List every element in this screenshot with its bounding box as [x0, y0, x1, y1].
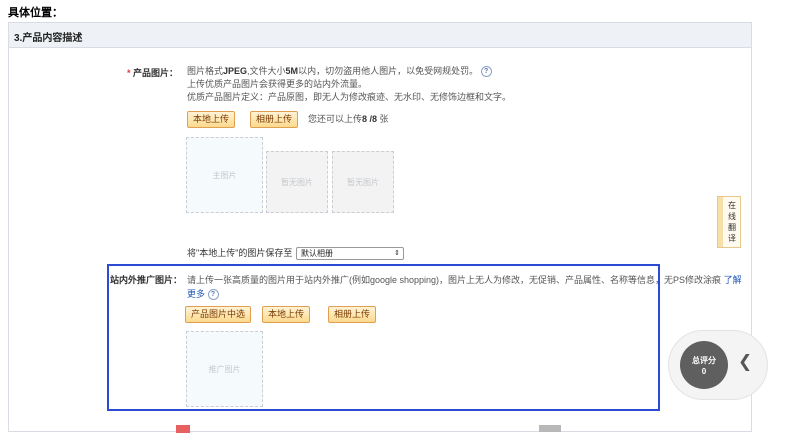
translate-tab-edge	[718, 197, 723, 247]
promo-image-label: 站内外推广图片：	[110, 275, 183, 285]
local-upload-button[interactable]: 本地上传	[187, 111, 236, 128]
album-upload-button[interactable]: 相册上传	[250, 111, 299, 128]
translate-label: 在线翻译	[728, 201, 736, 243]
online-translate-tab[interactable]: 在线翻译	[717, 196, 741, 248]
chevron-left-icon[interactable]: ❮	[738, 352, 752, 372]
product-images-description: 图片格式JPEG,文件大小5M以内，切勿盗用他人图片，以免受网规处罚。 ? 上传…	[187, 65, 511, 104]
score-title: 总评分	[692, 356, 716, 365]
promo-album-upload-button[interactable]: 相册上传	[328, 306, 377, 323]
required-star: *	[127, 68, 131, 78]
desc-line-2: 上传优质产品图片会获得更多的站内外流量。	[187, 79, 368, 89]
promo-image-slot[interactable]: 推广图片	[186, 331, 263, 407]
album-select[interactable]: 默认相册 ⇕	[296, 247, 404, 260]
empty-image-slot-2[interactable]: 暂无图片	[332, 151, 394, 213]
save-location-label: 将"本地上传"的图片保存至	[187, 248, 293, 258]
select-arrows-icon: ⇕	[394, 250, 400, 257]
score-value: 0	[701, 367, 707, 376]
product-images-label: * 产品图片：	[127, 68, 179, 78]
empty-image-slot-1[interactable]: 暂无图片	[266, 151, 328, 213]
total-score-badge[interactable]: 总评分 0	[680, 341, 728, 389]
main-image-slot[interactable]: 主图片	[186, 137, 263, 213]
choose-from-product-images-button[interactable]: 产品图片中选	[185, 306, 252, 323]
desc-line-1: 图片格式JPEG,文件大小5M以内，切勿盗用他人图片，以免受网规处罚。 ?	[187, 65, 511, 78]
help-question-icon[interactable]: ?	[207, 289, 219, 301]
partial-red-marker	[176, 425, 190, 433]
section-title: 3.产品内容描述	[14, 33, 83, 44]
partial-gray-marker	[539, 425, 561, 432]
section-header: 3.产品内容描述	[9, 23, 751, 48]
promo-local-upload-button[interactable]: 本地上传	[262, 306, 311, 323]
promo-image-description: 请上传一张高质量的图片用于站内外推广(例如google shopping)，图片…	[187, 275, 742, 301]
upload-remaining-text: 您还可以上传8 /8 张	[308, 114, 389, 124]
page-heading: 具体位置：	[8, 7, 63, 19]
help-question-icon[interactable]: ?	[480, 66, 492, 78]
desc-line-3: 优质产品图片定义：产品原图，即无人为修改痕迹、无水印、无修饰边框和文字。	[187, 92, 512, 102]
